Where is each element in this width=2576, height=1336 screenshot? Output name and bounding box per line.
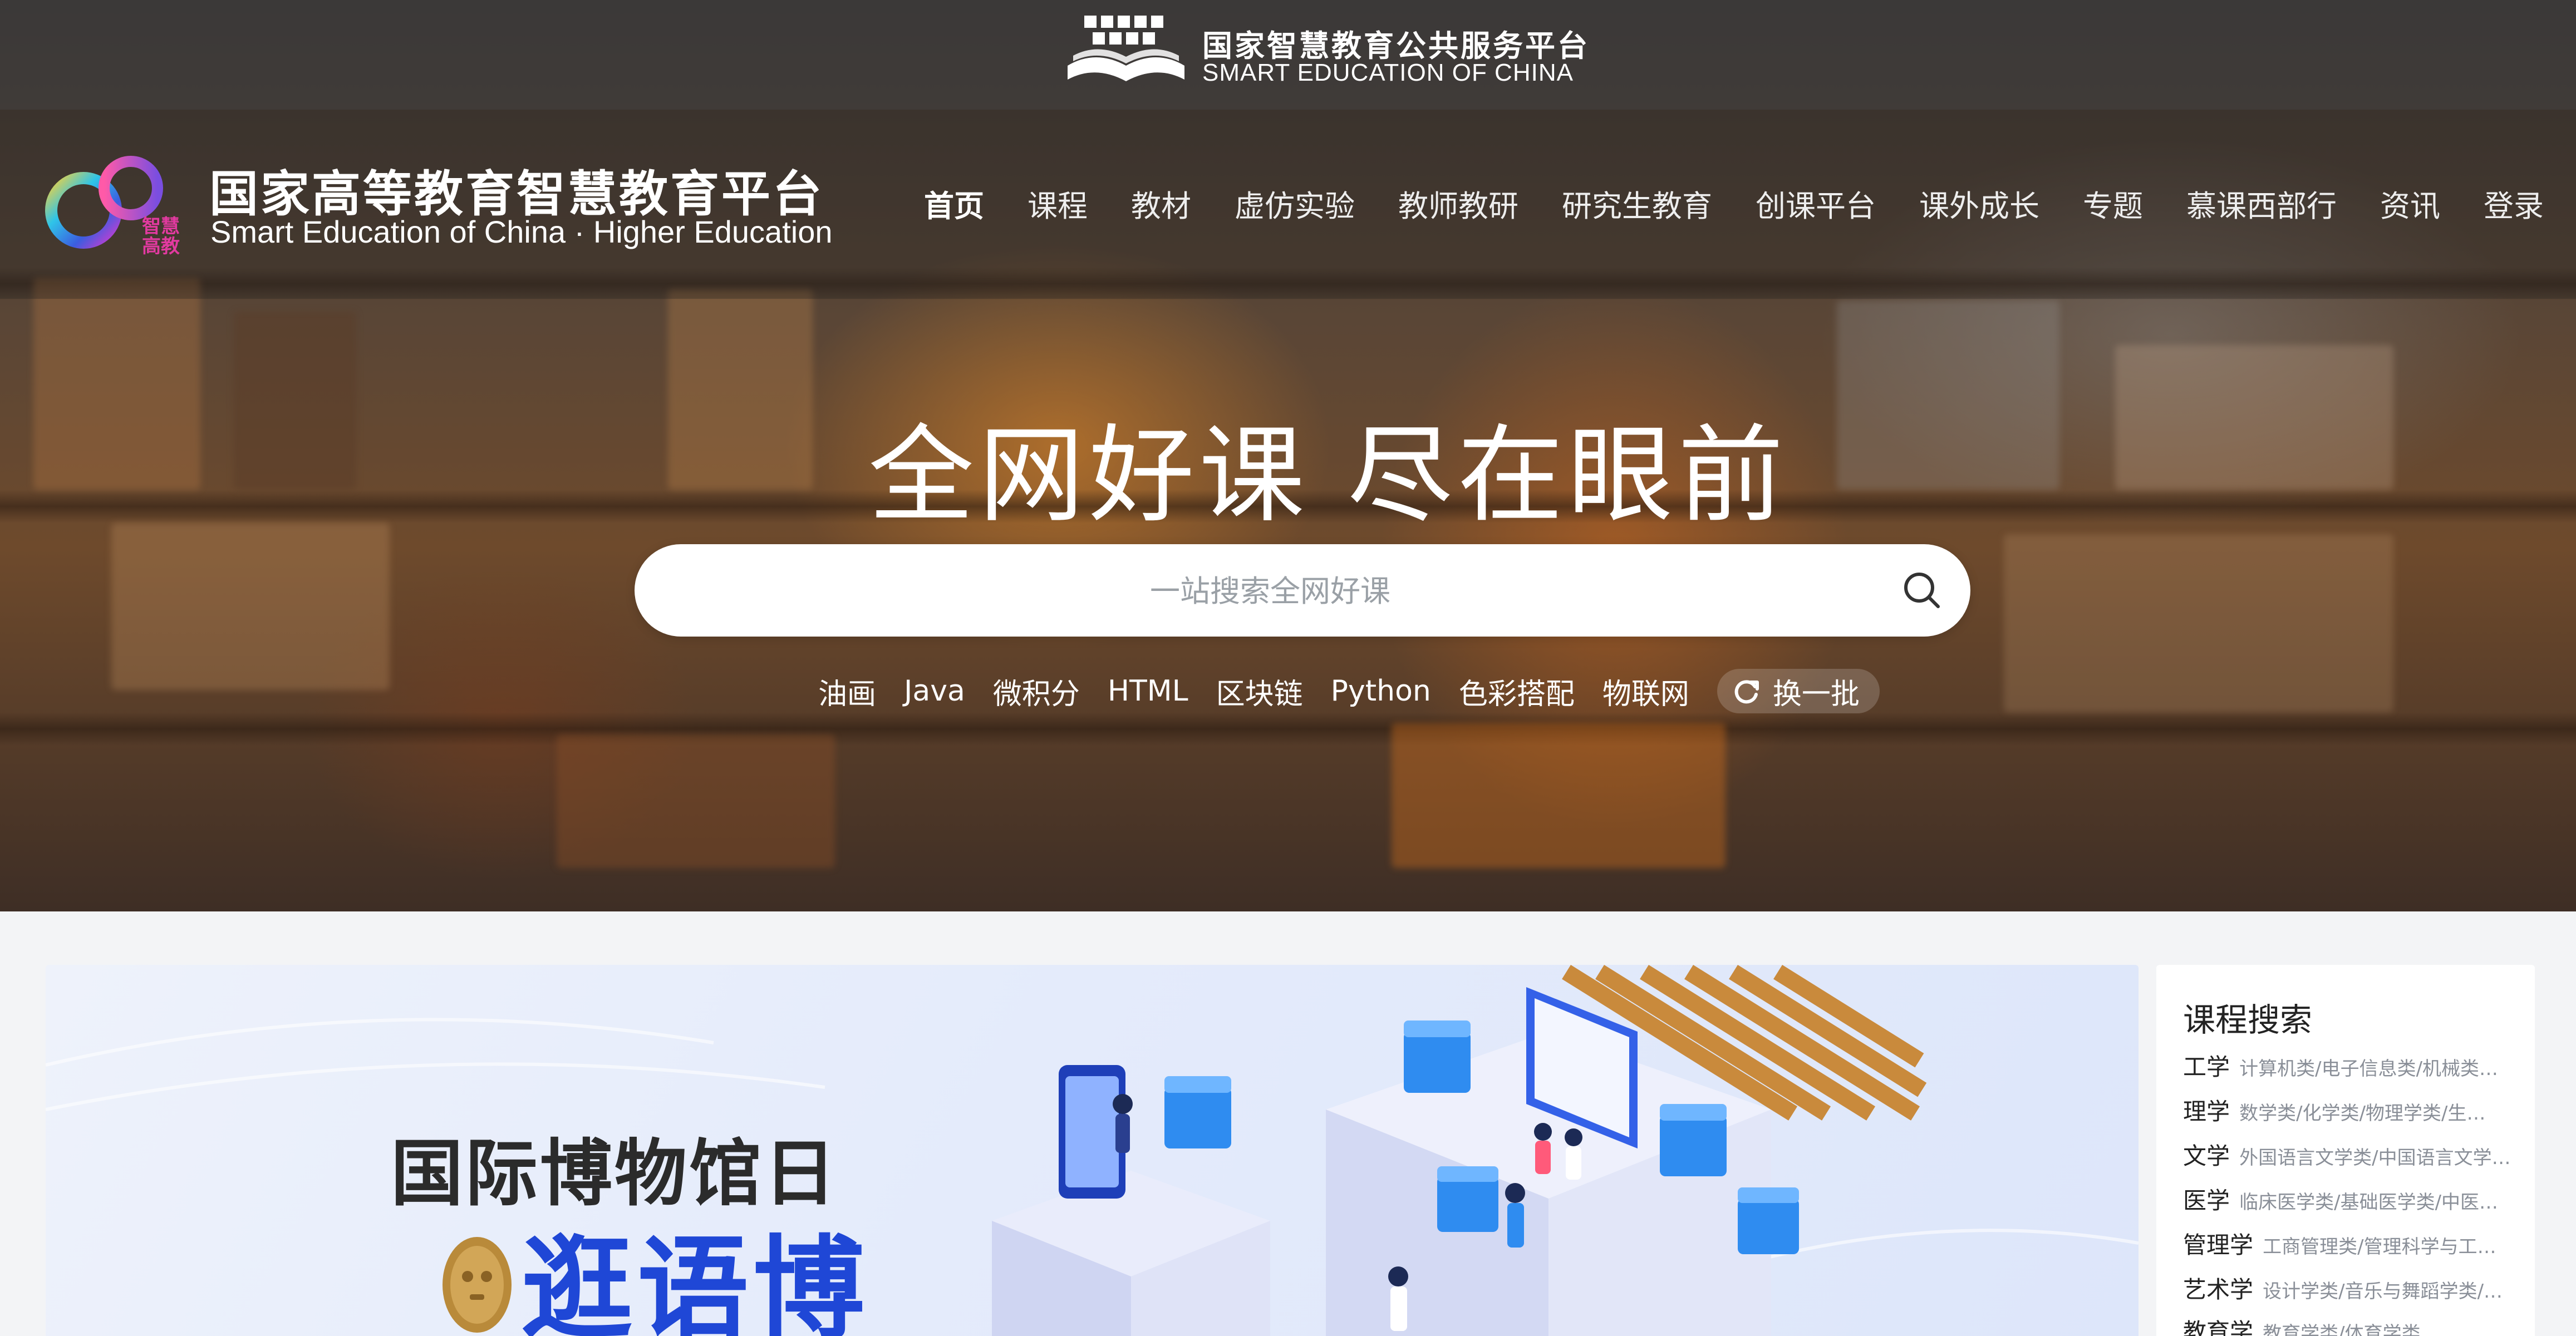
hot-word-link[interactable]: 微积分: [993, 671, 1080, 712]
nav-extracurricular[interactable]: 课外成长: [1919, 181, 2039, 225]
category-name[interactable]: 文学: [2183, 1142, 2230, 1170]
category-name[interactable]: 管理学: [2183, 1231, 2253, 1259]
nav-mooc-west[interactable]: 慕课西部行: [2186, 181, 2337, 225]
category-row[interactable]: 医学 临床医学类/基础医学类/中医…: [2183, 1182, 2523, 1215]
platform-logo-icon[interactable]: [1062, 10, 1190, 93]
category-name[interactable]: 理学: [2183, 1098, 2230, 1125]
category-row[interactable]: 管理学 工商管理类/管理科学与工…: [2183, 1226, 2523, 1260]
svg-text:高教: 高教: [142, 235, 180, 258]
svg-text:智慧: 智慧: [142, 215, 180, 238]
banner-illustration: [46, 965, 2139, 1336]
hot-word-link[interactable]: 区块链: [1216, 671, 1303, 712]
nav-textbooks[interactable]: 教材: [1131, 181, 1191, 225]
nav-home[interactable]: 首页: [924, 181, 984, 225]
category-subjects[interactable]: 外国语言文学类/中国语言文学…: [2239, 1147, 2510, 1169]
category-name[interactable]: 教育学: [2183, 1318, 2253, 1336]
platform-title-en: SMART EDUCATION OF CHINA: [1202, 59, 1574, 86]
category-row[interactable]: 教育学 教育学类/体育学类: [2183, 1313, 2523, 1336]
hot-search-words: 油画 Java 微积分 HTML 区块链 Python 色彩搭配 物联网 换一批: [818, 668, 1880, 714]
refresh-hot-words-button[interactable]: 换一批: [1717, 669, 1880, 713]
artifact-icon: [443, 1237, 512, 1333]
higher-education-logo-icon[interactable]: 智慧 高教: [45, 149, 189, 260]
category-row[interactable]: 理学 数学类/化学类/物理学类/生…: [2183, 1093, 2523, 1126]
hot-word-link[interactable]: HTML: [1108, 674, 1188, 708]
refresh-icon: [1734, 680, 1759, 704]
hero-slogan: 全网好课 尽在眼前: [868, 414, 1788, 537]
category-subjects[interactable]: 数学类/化学类/物理学类/生…: [2239, 1102, 2485, 1125]
category-name[interactable]: 工学: [2183, 1053, 2230, 1081]
course-search-panel: 课程搜索 工学 计算机类/电子信息类/机械类… 理学 数学类/化学类/物理学类/…: [2156, 965, 2535, 1336]
nav-graduate-education[interactable]: 研究生教育: [1562, 181, 1712, 225]
banner-title-line2: 逛语博: [522, 1224, 869, 1336]
category-row[interactable]: 艺术学 设计学类/音乐与舞蹈学类/…: [2183, 1271, 2523, 1304]
category-subjects[interactable]: 计算机类/电子信息类/机械类…: [2239, 1058, 2498, 1080]
category-name[interactable]: 医学: [2183, 1187, 2230, 1214]
page: 国家智慧教育公共服务平台 SMART EDUCATION OF CHINA 智慧…: [0, 0, 2576, 1336]
hot-word-link[interactable]: 油画: [818, 671, 876, 712]
search-box: [635, 544, 1970, 638]
nav-teacher-research[interactable]: 教师教研: [1398, 181, 1518, 225]
nav-course-creation[interactable]: 创课平台: [1756, 181, 1876, 225]
search-input[interactable]: [668, 544, 1872, 638]
hot-word-link[interactable]: Java: [904, 674, 965, 708]
nav-courses[interactable]: 课程: [1028, 181, 1088, 225]
category-subjects[interactable]: 教育学类/体育学类: [2263, 1323, 2420, 1336]
category-name[interactable]: 艺术学: [2183, 1276, 2253, 1303]
refresh-label: 换一批: [1772, 677, 1860, 711]
main-nav: 首页 课程 教材 虚仿实验 教师教研 研究生教育 创课平台 课外成长 专题 慕课…: [924, 181, 2544, 225]
brand-title-en: Smart Education of China · Higher Educat…: [210, 214, 833, 249]
nav-virtual-lab[interactable]: 虚仿实验: [1235, 181, 1355, 225]
search-icon[interactable]: [1898, 566, 1946, 614]
course-search-title: 课程搜索: [2183, 1001, 2313, 1039]
category-row[interactable]: 工学 计算机类/电子信息类/机械类…: [2183, 1048, 2523, 1082]
nav-login[interactable]: 登录: [2484, 181, 2544, 225]
category-row[interactable]: 文学 外国语言文学类/中国语言文学…: [2183, 1137, 2523, 1171]
hot-word-link[interactable]: Python: [1331, 674, 1431, 708]
category-subjects[interactable]: 临床医学类/基础医学类/中医…: [2239, 1191, 2498, 1214]
hot-word-link[interactable]: 物联网: [1602, 671, 1689, 712]
hot-word-link[interactable]: 色彩搭配: [1459, 671, 1575, 712]
featured-banner[interactable]: 国际博物馆日 逛语博: [46, 965, 2139, 1336]
nav-topics[interactable]: 专题: [2083, 181, 2143, 225]
category-subjects[interactable]: 工商管理类/管理科学与工…: [2263, 1236, 2496, 1258]
nav-news[interactable]: 资讯: [2380, 181, 2440, 225]
category-subjects[interactable]: 设计学类/音乐与舞蹈学类/…: [2263, 1280, 2503, 1303]
